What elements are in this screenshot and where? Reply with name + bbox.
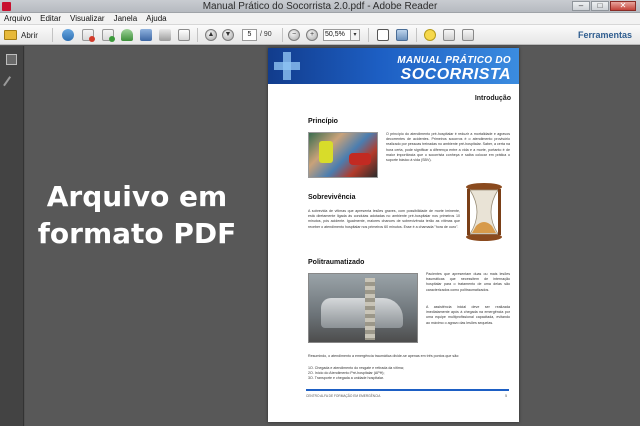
toolbar-separator	[282, 28, 283, 42]
pdf-page[interactable]: MANUAL PRÁTICO DO SOCORRISTA Introdução …	[268, 48, 519, 422]
footer-rule	[306, 389, 509, 391]
banner-title-line-1: MANUAL PRÁTICO DO	[397, 55, 511, 66]
first-aid-photo	[308, 132, 378, 178]
banner-title-line-2: SOCORRISTA	[400, 66, 511, 83]
window-title: Manual Prático do Socorrista 2.0.pdf - A…	[202, 1, 438, 12]
edit-document-icon[interactable]	[82, 29, 95, 42]
page-thumbnails-icon[interactable]	[6, 54, 17, 65]
attachments-icon[interactable]	[3, 76, 12, 87]
tools-button[interactable]: Ferramentas	[578, 28, 632, 42]
hourglass-image	[466, 183, 502, 241]
heading-principio: Princípio	[308, 118, 338, 125]
zoom-input[interactable]: 50,5%	[323, 29, 351, 41]
menu-janela[interactable]: Janela	[114, 13, 138, 25]
window-controls: – □ ✕	[572, 1, 636, 11]
section-title: Introdução	[474, 95, 511, 102]
heading-sobrevivencia: Sobrevivência	[308, 194, 356, 201]
create-pdf-icon[interactable]	[62, 29, 74, 41]
footer-organization: CENTRO ALFA DE FORMAÇÃO EM EMERGÊNCIA	[306, 394, 381, 398]
star-of-life-icon	[274, 52, 300, 80]
page-header-banner: MANUAL PRÁTICO DO SOCORRISTA	[268, 48, 519, 84]
highlight-icon[interactable]	[443, 29, 455, 41]
menu-ajuda[interactable]: Ajuda	[146, 13, 166, 25]
zoom-dropdown[interactable]: ▾	[351, 29, 360, 41]
page-total: / 90	[260, 31, 272, 38]
comment-icon[interactable]	[424, 29, 436, 41]
toolbar-separator	[197, 28, 198, 42]
sign-icon[interactable]	[462, 29, 474, 41]
zoom-out-button[interactable]: −	[288, 29, 300, 41]
open-button[interactable]: Abrir	[4, 28, 48, 42]
upload-cloud-icon[interactable]	[121, 29, 133, 41]
fit-page-icon[interactable]	[377, 29, 389, 41]
overlay-line-1: Arquivo em	[46, 180, 228, 213]
page-number-input[interactable]: 5	[242, 29, 257, 41]
paragraph-principio: O princípio do atendimento pré-hospitala…	[386, 132, 510, 163]
email-icon[interactable]	[178, 29, 190, 41]
next-page-button[interactable]: ▼	[222, 29, 234, 41]
export-document-icon[interactable]	[102, 29, 115, 42]
car-crash-photo	[308, 273, 418, 343]
full-screen-icon[interactable]	[396, 29, 408, 41]
minimize-button[interactable]: –	[572, 1, 590, 11]
print-icon[interactable]	[159, 29, 171, 41]
paragraph-resumindo: Resumindo, o atendimento a emergência tr…	[308, 354, 460, 358]
toolbar-separator	[416, 28, 417, 42]
menu-editar[interactable]: Editar	[40, 13, 61, 25]
menu-arquivo[interactable]: Arquivo	[4, 13, 31, 25]
save-icon[interactable]	[140, 29, 152, 41]
title-bar: Manual Prático do Socorrista 2.0.pdf - A…	[0, 0, 640, 13]
paragraph-sobrevivencia: A sobrevida de vítimas que apresenta les…	[308, 209, 460, 229]
open-label: Abrir	[21, 30, 38, 40]
overlay-caption: Arquivo em formato PDF	[28, 178, 246, 252]
close-button[interactable]: ✕	[610, 1, 636, 11]
toolbar-separator	[368, 28, 369, 42]
zoom-in-button[interactable]: +	[306, 29, 318, 41]
toolbar: Abrir ▲ ▼ 5 / 90 − + 50,5% ▾ Ferramentas	[0, 25, 640, 45]
maximize-button[interactable]: □	[591, 1, 609, 11]
heading-politraumatizado: Politraumatizado	[308, 259, 365, 266]
folder-icon	[4, 30, 17, 40]
menu-bar: Arquivo Editar Visualizar Janela Ajuda	[0, 13, 640, 25]
paragraph-politraumatizado-2: A assistência inicial deve ser realizada…	[426, 305, 510, 325]
paragraph-politraumatizado-1: Pacientes que apresentam duas ou mais le…	[426, 272, 510, 292]
footer-page-number: 5	[505, 394, 507, 398]
previous-page-button[interactable]: ▲	[205, 29, 217, 41]
menu-visualizar[interactable]: Visualizar	[70, 13, 105, 25]
list-item: 3O. Transporte e chegada a unidade hospi…	[308, 376, 384, 380]
toolbar-separator	[52, 28, 53, 42]
overlay-line-2: formato PDF	[37, 217, 237, 250]
navigation-pane	[0, 46, 24, 426]
